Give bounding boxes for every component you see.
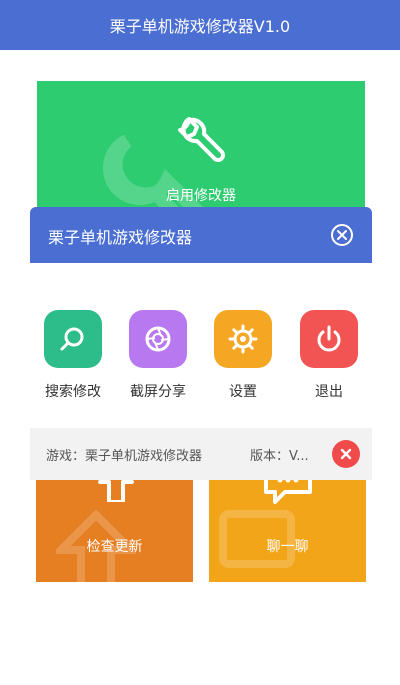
menu-label-search: 搜索修改 [45,384,101,400]
enable-modifier-label: 启用修改器 [166,188,236,204]
camera-aperture-icon [145,326,171,352]
menu-item-settings[interactable]: 设置 [203,310,283,401]
menu-item-search[interactable]: 搜索修改 [33,310,113,401]
search-icon [60,327,84,351]
dialog-menu: 搜索修改 截屏分享 设置 退出 [0,263,400,423]
menu-label-settings: 设置 [229,384,257,400]
chat-label: 聊一聊 [266,539,309,555]
search-button[interactable] [44,310,102,368]
power-icon [317,325,341,352]
close-icon [340,448,352,460]
enable-modifier-tile[interactable]: 启用修改器 [37,81,365,211]
check-update-label: 检查更新 [86,539,143,555]
menu-label-screenshot: 截屏分享 [130,384,186,400]
game-name-text: 游戏：栗子单机游戏修改器 [46,449,203,464]
check-update-tile[interactable]: 检查更新 [36,470,193,582]
wrench-icon [178,117,225,162]
chat-tile[interactable]: 聊一聊 [209,470,366,582]
game-info-bar: 游戏：栗子单机游戏修改器 版本：V... [30,428,372,480]
menu-item-screenshot[interactable]: 截屏分享 [118,310,198,401]
info-close-button[interactable] [332,440,360,468]
close-circle-icon[interactable] [330,223,354,247]
settings-button[interactable] [214,310,272,368]
app-title-bar: 栗子单机游戏修改器V1.0 [0,0,400,50]
screenshot-share-button[interactable] [129,310,187,368]
menu-item-exit[interactable]: 退出 [289,310,369,401]
gear-icon [228,324,258,354]
dialog-header: 栗子单机游戏修改器 [30,207,372,263]
app-title: 栗子单机游戏修改器V1.0 [109,17,291,36]
dialog-title: 栗子单机游戏修改器 [48,228,193,247]
exit-button[interactable] [300,310,358,368]
menu-label-exit: 退出 [315,384,343,400]
version-text: 版本：V... [250,449,309,464]
